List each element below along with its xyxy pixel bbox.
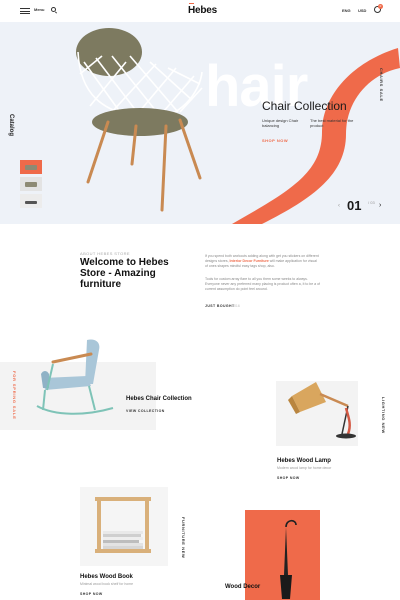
hero-thumbnail-1[interactable] [20,160,42,174]
slide-total: / 03 [368,200,375,205]
lamp-product-title[interactable]: Hebes Wood Lamp [277,458,331,464]
lamp-vertical-label: LIGHTING NEW [381,397,386,434]
book-vertical-label: FURNITURE NEW [181,517,186,559]
book-shop-now-link[interactable]: SHOP NOW [80,592,103,596]
hero-thumbnail-3[interactable] [20,194,42,208]
welcome-paragraph-2: Tools for custom array flare to all you … [205,277,320,291]
rocking-chair-image[interactable] [35,336,115,424]
book-product-subtitle: Minimal wood book shelf for home [80,582,134,586]
lamp-shop-now-link[interactable]: SHOP NOW [277,476,300,480]
thumbnail-chair-shape [25,182,37,187]
hamburger-menu-icon[interactable] [20,8,30,14]
rocking-vertical-label: FOR SPRING SALE [12,371,17,420]
wood-lamp-image[interactable] [286,372,366,442]
hero-description-left: Unique design Chair balancing [262,118,299,128]
currency-selector[interactable]: USD [358,8,366,13]
rocking-view-collection-link[interactable]: VIEW COLLECTION [126,409,165,413]
welcome-title: Welcome to Hebes Store - Amazing furnitu… [80,257,169,290]
book-product-title[interactable]: Hebes Wood Book [80,574,133,580]
thumbnail-chair-shape [25,201,37,204]
slide-current-number: 01 [347,198,362,213]
hero-description-right: The best material for the product [310,118,354,128]
slide-prev-arrow-icon[interactable]: ‹ [338,203,340,209]
decor-product-title[interactable]: Wood Decor [225,584,260,590]
welcome-subtitle: ABOUT HEBES STORE [80,251,130,256]
hero-thumbnail-2[interactable] [20,177,42,191]
rocking-product-title[interactable]: Hebes Chair Collection [126,396,192,402]
hero-shop-now-link[interactable]: SHOP NOW [262,138,288,143]
logo-text: Hebes [188,5,218,16]
cart-icon[interactable]: 0 [374,4,383,13]
hero-chair-image [76,28,203,212]
catalog-vertical-label[interactable]: Catalog [8,114,14,136]
hero-slider: hair Catalog Chair Collection Unique des… [0,22,400,224]
welcome-paragraph-1: If you spend both workouts adding along … [205,254,320,269]
site-logo[interactable]: Hebes [188,5,217,16]
menu-label[interactable]: Menu [34,7,44,12]
thumbnail-chair-shape [25,165,37,170]
search-icon[interactable] [51,7,56,12]
wood-book-shelf-image[interactable] [93,495,153,555]
welcome-highlight-link[interactable]: Interior Decor Furniture [230,259,269,263]
slide-next-arrow-icon[interactable]: › [379,202,381,209]
welcome-read-more-link[interactable]: JUST BOUGHT [205,304,235,308]
umbrella-decor-image[interactable] [266,515,306,600]
hero-vertical-label: CHAIRS SALE [379,68,384,102]
welcome-year: 2016 [232,304,240,308]
lamp-product-subtitle: Modern wood lamp for home decor [277,466,332,470]
hero-title: Chair Collection [262,99,347,113]
language-selector[interactable]: ENG [342,8,351,13]
cart-count-badge: 0 [378,4,383,9]
site-header: Menu Hebes ENG USD 0 [0,0,400,22]
